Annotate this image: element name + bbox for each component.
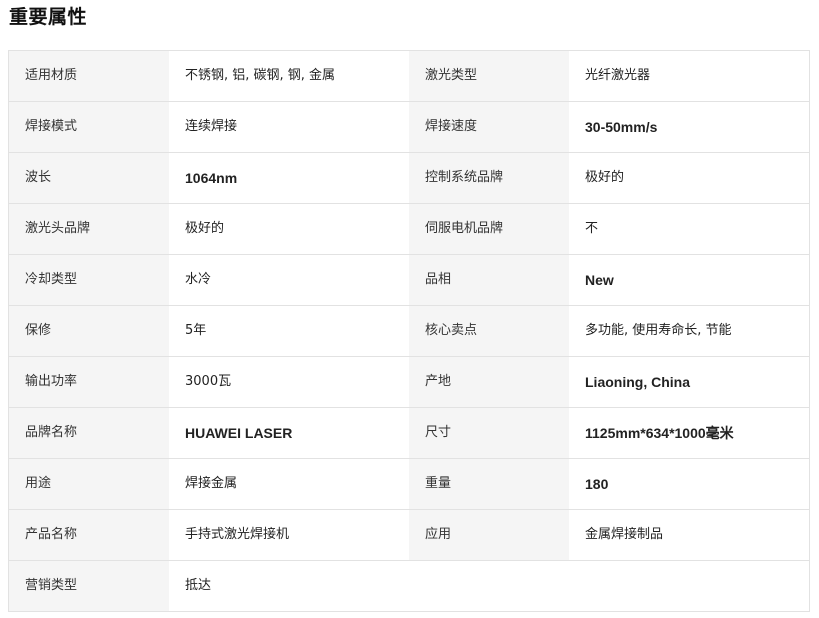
attribute-label: 焊接模式 — [9, 102, 169, 152]
attribute-label: 输出功率 — [9, 357, 169, 407]
attribute-label: 产品名称 — [9, 510, 169, 560]
attribute-label: 应用 — [409, 510, 569, 560]
attribute-value: 1125mm*634*1000毫米 — [569, 408, 809, 458]
table-row: 波长 1064nm 控制系统品牌 极好的 — [9, 153, 809, 204]
attribute-label: 控制系统品牌 — [409, 153, 569, 203]
attribute-label: 冷却类型 — [9, 255, 169, 305]
attribute-value: 手持式激光焊接机 — [169, 510, 409, 560]
attribute-value: Liaoning, China — [569, 357, 809, 407]
attribute-label: 产地 — [409, 357, 569, 407]
attribute-value: 极好的 — [569, 153, 809, 203]
attribute-label: 核心卖点 — [409, 306, 569, 356]
attribute-label: 激光类型 — [409, 51, 569, 101]
attribute-label: 尺寸 — [409, 408, 569, 458]
attribute-label: 伺服电机品牌 — [409, 204, 569, 254]
attribute-value: HUAWEI LASER — [169, 408, 409, 458]
table-row: 适用材质 不锈钢, 铝, 碳钢, 钢, 金属 激光类型 光纤激光器 — [9, 51, 809, 102]
attribute-value: 不锈钢, 铝, 碳钢, 钢, 金属 — [169, 51, 409, 101]
attribute-value: 1064nm — [169, 153, 409, 203]
attribute-value: 光纤激光器 — [569, 51, 809, 101]
table-row: 焊接模式 连续焊接 焊接速度 30-50mm/s — [9, 102, 809, 153]
attribute-value: 180 — [569, 459, 809, 509]
attribute-value: 抵达 — [169, 561, 409, 611]
attribute-value: 不 — [569, 204, 809, 254]
attribute-value: 多功能, 使用寿命长, 节能 — [569, 306, 809, 356]
attribute-label: 激光头品牌 — [9, 204, 169, 254]
table-row: 冷却类型 水冷 品相 New — [9, 255, 809, 306]
attribute-value: 30-50mm/s — [569, 102, 809, 152]
table-row: 品牌名称 HUAWEI LASER 尺寸 1125mm*634*1000毫米 — [9, 408, 809, 459]
attribute-label: 品牌名称 — [9, 408, 169, 458]
attribute-label: 焊接速度 — [409, 102, 569, 152]
attribute-value: 3000瓦 — [169, 357, 409, 407]
table-row: 输出功率 3000瓦 产地 Liaoning, China — [9, 357, 809, 408]
attribute-value: 5年 — [169, 306, 409, 356]
attribute-value: 水冷 — [169, 255, 409, 305]
attribute-value: 焊接金属 — [169, 459, 409, 509]
attribute-label: 品相 — [409, 255, 569, 305]
attribute-label: 保修 — [9, 306, 169, 356]
attribute-value: 极好的 — [169, 204, 409, 254]
attribute-label: 重量 — [409, 459, 569, 509]
attribute-label: 波长 — [9, 153, 169, 203]
table-row: 产品名称 手持式激光焊接机 应用 金属焊接制品 — [9, 510, 809, 561]
attribute-value: 金属焊接制品 — [569, 510, 809, 560]
section-title: 重要属性 — [9, 6, 88, 28]
table-row: 激光头品牌 极好的 伺服电机品牌 不 — [9, 204, 809, 255]
table-row: 保修 5年 核心卖点 多功能, 使用寿命长, 节能 — [9, 306, 809, 357]
attribute-label: 营销类型 — [9, 561, 169, 611]
empty-cell — [409, 561, 569, 611]
empty-cell — [569, 561, 809, 611]
attribute-value: New — [569, 255, 809, 305]
attribute-label: 用途 — [9, 459, 169, 509]
attribute-label: 适用材质 — [9, 51, 169, 101]
attributes-table: 适用材质 不锈钢, 铝, 碳钢, 钢, 金属 激光类型 光纤激光器 焊接模式 连… — [8, 50, 810, 612]
table-row: 营销类型 抵达 — [9, 561, 809, 612]
attribute-value: 连续焊接 — [169, 102, 409, 152]
table-row: 用途 焊接金属 重量 180 — [9, 459, 809, 510]
